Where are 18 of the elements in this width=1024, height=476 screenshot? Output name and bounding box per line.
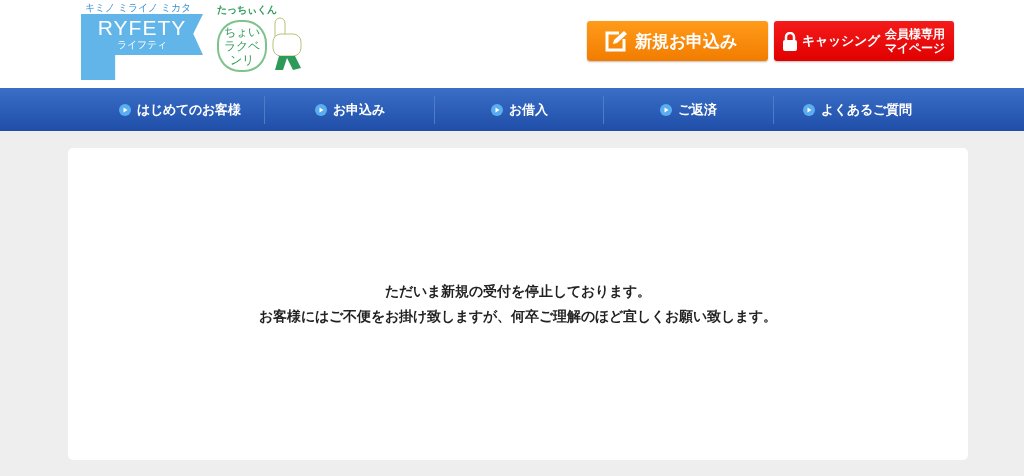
lock-icon xyxy=(783,31,797,51)
play-icon xyxy=(490,103,503,116)
logo-wordmark: RYFETY xyxy=(97,17,187,39)
speech-bubble: ちょいラクベンリ xyxy=(217,20,267,72)
nav-link[interactable]: はじめてのお客様 xyxy=(96,100,265,119)
nav-link[interactable]: よくあるご質問 xyxy=(773,100,943,119)
play-icon xyxy=(314,103,327,116)
play-icon xyxy=(803,103,816,116)
play-icon xyxy=(119,103,132,116)
nav-link[interactable]: お申込み xyxy=(265,100,434,119)
logo-tagline: キミノ ミライノ ミカタ xyxy=(84,2,193,14)
logo-kana: ライフティ xyxy=(117,39,167,51)
mascot-name: たっちぃくん xyxy=(217,4,278,16)
edit-icon xyxy=(605,30,627,52)
nav-link[interactable]: ご返済 xyxy=(604,100,773,119)
play-icon xyxy=(659,103,672,116)
notice-text: ただいま新規の受付を停止しております。 お客様にはご不便をお掛け致しますが、何卒ご理解のほど宜しくお願い致します。 xyxy=(259,282,777,326)
nav-link[interactable]: お借入 xyxy=(434,100,604,119)
